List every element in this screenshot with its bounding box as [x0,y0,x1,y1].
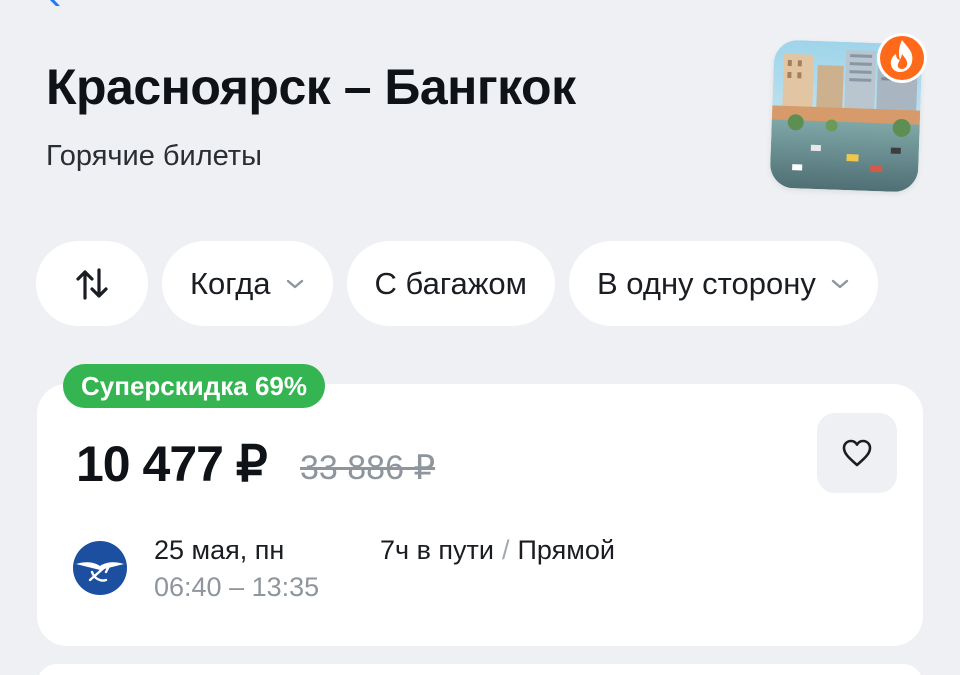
route-subtitle: Горячие билеты [46,140,262,172]
ticket-price: 10 477 ₽ [76,436,268,492]
baggage-filter[interactable]: С багажом [346,241,555,326]
airline-logo [73,541,127,595]
favorite-button[interactable] [817,413,897,493]
chevron-down-icon [831,279,849,288]
direction-filter[interactable]: В одну сторону [569,241,878,326]
ticket-card[interactable] [37,384,923,646]
flight-duration: 7ч в пути [380,535,494,565]
page: Красноярск – Бангкок Горячие билеты Когд… [0,0,960,675]
when-filter-label: Когда [190,265,271,301]
route-title: Красноярск – Бангкок [46,59,576,115]
flight-date: 25 мая, пн [154,535,285,565]
chevron-down-icon [286,279,303,288]
direction-filter-label: В одну сторону [597,265,816,301]
swap-arrows-icon [76,267,108,300]
discount-badge: Суперскидка 69% [63,364,325,408]
ticket-old-price: 33 886 ₽ [300,449,436,487]
flight-times: 06:40 – 13:35 [154,572,320,602]
baggage-filter-label: С багажом [374,265,527,301]
flight-info: 7ч в пути / Прямой [380,535,615,566]
filter-bar: Когда С багажом В одну сторону [36,241,878,326]
heart-icon [842,439,872,467]
separator: / [502,535,510,565]
fire-icon [877,33,927,83]
next-ticket-card[interactable] [37,664,923,675]
when-filter[interactable]: Когда [162,241,333,326]
swap-direction-button[interactable] [36,241,148,326]
back-chevron-icon[interactable] [46,0,62,6]
flight-transfer: Прямой [517,535,615,565]
